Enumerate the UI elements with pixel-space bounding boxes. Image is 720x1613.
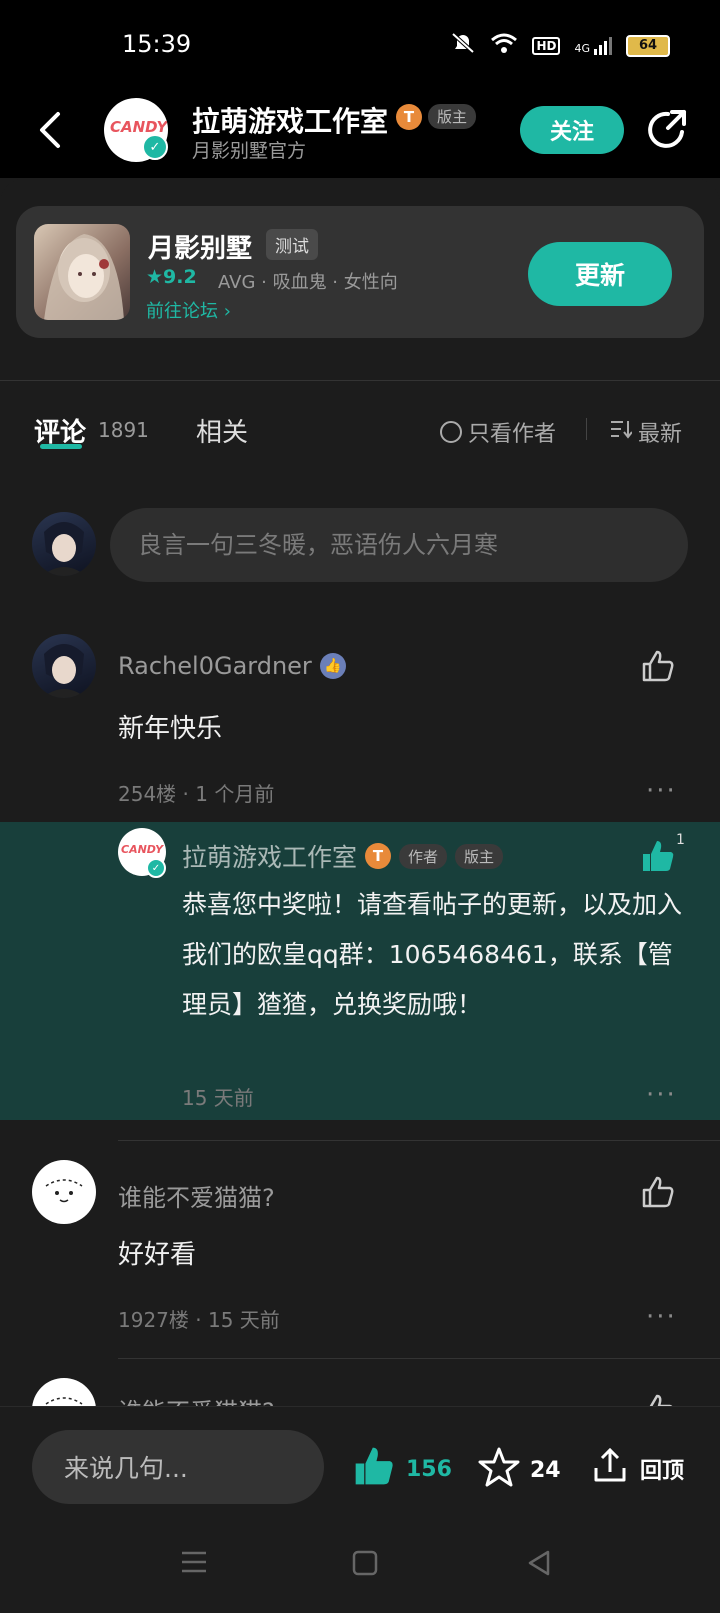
reply-username[interactable]: 拉萌游戏工作室 <box>182 838 357 874</box>
home-nav-icon[interactable] <box>352 1550 378 1580</box>
page-subtitle: 月影别墅官方 <box>192 140 307 162</box>
signal-icon: 4G <box>574 36 612 55</box>
update-button[interactable]: 更新 <box>528 242 672 306</box>
level-badge-icon: T <box>396 104 422 130</box>
divider <box>586 418 587 440</box>
back-icon[interactable] <box>38 110 62 150</box>
level-badge-icon: T <box>365 843 392 869</box>
back-to-top-button[interactable]: 回顶 <box>590 1446 684 1492</box>
active-tab-indicator <box>40 444 82 449</box>
divider <box>118 1358 720 1359</box>
hd-icon: HD <box>532 36 561 55</box>
favorite-count: 24 <box>530 1457 561 1483</box>
candy-logo: CANDY <box>110 118 168 136</box>
comment-text: 新年快乐 <box>118 714 223 744</box>
more-icon[interactable]: ··· <box>646 1302 677 1332</box>
divider <box>118 1140 720 1141</box>
test-badge: 测试 <box>266 229 318 260</box>
moderator-badge: 版主 <box>428 104 477 129</box>
sort-icon <box>610 419 633 445</box>
forum-link[interactable]: 前往论坛 › <box>146 297 231 323</box>
comment-username[interactable]: Rachel0Gardner <box>118 652 312 680</box>
sort-button[interactable]: 最新 <box>610 416 682 448</box>
upload-icon <box>590 1446 630 1492</box>
liked-icon[interactable] <box>640 838 676 874</box>
menu-nav-icon[interactable] <box>180 1550 208 1578</box>
follow-button[interactable]: 关注 <box>520 106 624 154</box>
comments-count: 1891 <box>98 418 149 442</box>
more-icon[interactable]: ··· <box>646 776 677 806</box>
moderator-badge: 版主 <box>455 843 504 869</box>
only-author-filter[interactable]: 只看作者 <box>440 416 556 448</box>
game-name: 月影别墅 <box>148 234 253 264</box>
divider <box>0 380 720 381</box>
like-icon[interactable] <box>640 1174 676 1210</box>
sort-label: 最新 <box>638 422 683 447</box>
reply-like-count: 1 <box>676 832 685 848</box>
forum-link-label: 前往论坛 <box>146 301 218 322</box>
reply-text: 恭喜您中奖啦！请查看帖子的更新，以及加入我们的欧皇qq群：1065468461，… <box>182 890 683 1019</box>
reply-header: 拉萌游戏工作室 T 作者 版主 <box>182 838 504 874</box>
say-input[interactable]: 来说几句... <box>32 1430 324 1504</box>
status-time: 15:39 <box>122 30 192 58</box>
author-badge: 作者 <box>399 843 448 869</box>
thumb-up-icon <box>352 1444 396 1494</box>
mute-icon <box>450 32 476 59</box>
favorite-button[interactable]: 24 <box>478 1446 561 1494</box>
verified-icon: ✓ <box>146 858 166 878</box>
comment-input[interactable] <box>110 508 688 582</box>
status-icons: HD 4G 64 <box>450 32 670 59</box>
game-rating: ★9.2 <box>146 266 197 288</box>
comment-username[interactable]: 谁能不爱猫猫? <box>118 1178 275 1213</box>
back-nav-icon[interactable] <box>526 1550 552 1580</box>
my-avatar[interactable] <box>32 512 96 576</box>
thumb-badge-icon: 👍 <box>319 653 346 679</box>
candy-logo: CANDY <box>121 843 164 856</box>
battery-icon: 64 <box>626 34 670 57</box>
like-post-button[interactable]: 156 <box>352 1444 452 1494</box>
star-icon: ★ <box>146 266 164 288</box>
rating-value: 9.2 <box>163 266 197 288</box>
share-icon[interactable] <box>646 108 690 152</box>
game-tags: AVG · 吸血鬼 · 女性向 <box>218 272 398 293</box>
only-author-label: 只看作者 <box>468 422 557 447</box>
like-icon[interactable] <box>640 648 676 684</box>
wifi-icon <box>490 32 518 59</box>
chevron-right-icon: › <box>223 301 231 322</box>
star-outline-icon <box>478 1446 520 1494</box>
radio-icon <box>440 421 462 443</box>
comment-avatar[interactable] <box>32 1160 96 1224</box>
tab-related[interactable]: 相关 <box>196 412 248 449</box>
comment-text: 好好看 <box>118 1240 197 1270</box>
like-count: 156 <box>406 1456 452 1482</box>
verified-icon: ✓ <box>142 134 168 160</box>
comment-avatar[interactable] <box>32 634 96 698</box>
comment-meta: 254楼 · 1 个月前 <box>118 782 275 806</box>
network-type: 4G <box>574 41 590 55</box>
page-title: 拉萌游戏工作室 <box>192 105 389 138</box>
reply-meta: 15 天前 <box>182 1086 254 1110</box>
back-to-top-label: 回顶 <box>640 1459 685 1484</box>
comment-header: Rachel0Gardner 👍 <box>118 652 346 680</box>
comment-meta: 1927楼 · 15 天前 <box>118 1308 280 1332</box>
game-cover-image[interactable] <box>34 224 130 320</box>
more-icon[interactable]: ··· <box>646 1080 677 1110</box>
